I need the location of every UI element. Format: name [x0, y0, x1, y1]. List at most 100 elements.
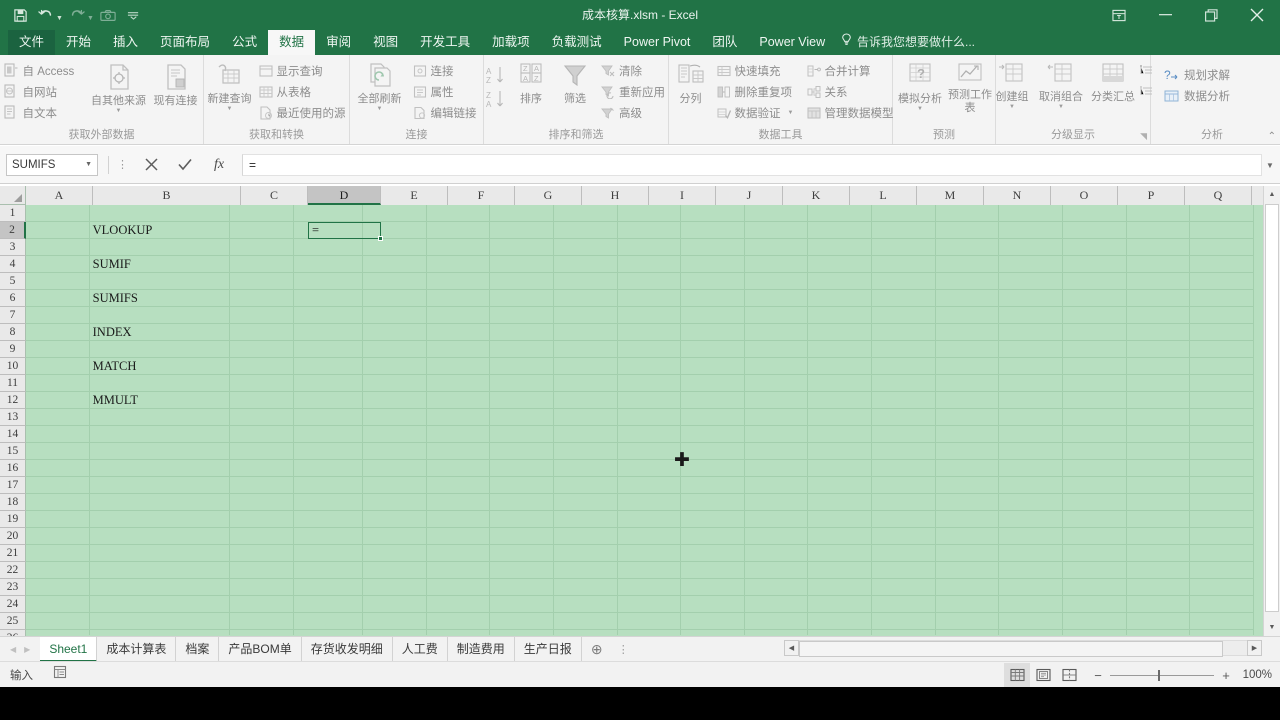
cell-C8[interactable]	[230, 324, 294, 341]
cell-Q20[interactable]	[1127, 528, 1191, 545]
manage-data-model-button[interactable]: 管理数据模型	[804, 102, 892, 123]
cell-Q13[interactable]	[1127, 409, 1191, 426]
cell-L9[interactable]	[808, 341, 872, 358]
cell-H25[interactable]	[554, 613, 618, 630]
tab-formulas[interactable]: 公式	[221, 30, 268, 55]
cell-A4[interactable]	[26, 256, 90, 273]
normal-view-button[interactable]	[1004, 663, 1030, 687]
cell-F21[interactable]	[427, 545, 491, 562]
cell-O6[interactable]	[999, 290, 1063, 307]
row-header-3[interactable]: 3	[0, 239, 26, 256]
sheet-tab-生产日报[interactable]: 生产日报	[515, 637, 582, 662]
cell-R23[interactable]	[1190, 579, 1254, 596]
cell-G18[interactable]	[490, 494, 554, 511]
cell-Q25[interactable]	[1127, 613, 1191, 630]
cell-H15[interactable]	[554, 443, 618, 460]
consolidate-button[interactable]: 合并计算	[804, 60, 892, 81]
cell-I5[interactable]	[618, 273, 682, 290]
sheet-nav-arrows[interactable]: ◀ ▶	[0, 645, 40, 654]
cell-D2[interactable]	[294, 222, 363, 239]
cell-B22[interactable]	[90, 562, 230, 579]
sheet-tab-成本计算表[interactable]: 成本计算表	[97, 637, 176, 662]
cell-Q15[interactable]	[1127, 443, 1191, 460]
tab-addins[interactable]: 加载项	[481, 30, 541, 55]
cell-K17[interactable]	[745, 477, 809, 494]
cell-P1[interactable]	[1063, 205, 1127, 222]
cell-N13[interactable]	[936, 409, 1000, 426]
cell-O8[interactable]	[999, 324, 1063, 341]
cell-L26[interactable]	[808, 630, 872, 635]
column-header-G[interactable]: G	[515, 186, 582, 205]
cell-H18[interactable]	[554, 494, 618, 511]
cell-F15[interactable]	[427, 443, 491, 460]
column-header-L[interactable]: L	[850, 186, 917, 205]
sheet-nav-prev-icon[interactable]: ◀	[10, 645, 16, 654]
text-to-columns-button[interactable]: 分列	[670, 58, 712, 106]
cell-J1[interactable]	[681, 205, 745, 222]
cell-A5[interactable]	[26, 273, 90, 290]
cell-P14[interactable]	[1063, 426, 1127, 443]
cell-Q9[interactable]	[1127, 341, 1191, 358]
cell-R18[interactable]	[1190, 494, 1254, 511]
cancel-entry-button[interactable]	[134, 154, 168, 176]
cell-F1[interactable]	[427, 205, 491, 222]
cell-N12[interactable]	[936, 392, 1000, 409]
cell-C23[interactable]	[230, 579, 294, 596]
cell-H5[interactable]	[554, 273, 618, 290]
cell-E20[interactable]	[363, 528, 427, 545]
row-header-6[interactable]: 6	[0, 290, 26, 307]
cell-I22[interactable]	[618, 562, 682, 579]
chevron-down-icon[interactable]: ▼	[377, 106, 383, 112]
cell-P18[interactable]	[1063, 494, 1127, 511]
cell-G14[interactable]	[490, 426, 554, 443]
cell-P21[interactable]	[1063, 545, 1127, 562]
cell-N2[interactable]	[936, 222, 1000, 239]
cell-Q14[interactable]	[1127, 426, 1191, 443]
cell-D3[interactable]	[294, 239, 363, 256]
cell-N9[interactable]	[936, 341, 1000, 358]
chevron-down-icon[interactable]: ▼	[85, 161, 92, 168]
zoom-handle[interactable]	[1158, 670, 1160, 681]
cell-P5[interactable]	[1063, 273, 1127, 290]
cell-C6[interactable]	[230, 290, 294, 307]
cell-B24[interactable]	[90, 596, 230, 613]
tab-view[interactable]: 视图	[362, 30, 409, 55]
cell-G7[interactable]	[490, 307, 554, 324]
cell-C11[interactable]	[230, 375, 294, 392]
cell-H1[interactable]	[554, 205, 618, 222]
cell-O16[interactable]	[999, 460, 1063, 477]
connections-button[interactable]: 连接	[410, 60, 482, 81]
cell-P2[interactable]	[1063, 222, 1127, 239]
properties-button[interactable]: 属性	[410, 81, 482, 102]
reapply-filter-button[interactable]: 重新应用	[598, 81, 666, 102]
cell-R7[interactable]	[1190, 307, 1254, 324]
recent-sources-button[interactable]: 最近使用的源	[256, 102, 348, 123]
cell-H12[interactable]	[554, 392, 618, 409]
cell-M2[interactable]	[872, 222, 936, 239]
cell-E9[interactable]	[363, 341, 427, 358]
cell-A1[interactable]	[26, 205, 90, 222]
solver-button[interactable]: ? 规划求解	[1161, 64, 1257, 85]
cell-Q17[interactable]	[1127, 477, 1191, 494]
cell-B8[interactable]: INDEX	[90, 324, 230, 341]
cell-R21[interactable]	[1190, 545, 1254, 562]
cell-J20[interactable]	[681, 528, 745, 545]
cell-B10[interactable]: MATCH	[90, 358, 230, 375]
cell-L11[interactable]	[808, 375, 872, 392]
cell-K26[interactable]	[745, 630, 809, 635]
tab-review[interactable]: 审阅	[315, 30, 362, 55]
cell-D22[interactable]	[294, 562, 363, 579]
cell-K21[interactable]	[745, 545, 809, 562]
cell-M17[interactable]	[872, 477, 936, 494]
cell-O25[interactable]	[999, 613, 1063, 630]
column-header-E[interactable]: E	[381, 186, 448, 205]
cell-R13[interactable]	[1190, 409, 1254, 426]
cell-F24[interactable]	[427, 596, 491, 613]
cell-F17[interactable]	[427, 477, 491, 494]
cell-I10[interactable]	[618, 358, 682, 375]
cell-C7[interactable]	[230, 307, 294, 324]
cell-J7[interactable]	[681, 307, 745, 324]
cell-Q22[interactable]	[1127, 562, 1191, 579]
cell-C21[interactable]	[230, 545, 294, 562]
sheet-nav-next-icon[interactable]: ▶	[24, 645, 30, 654]
